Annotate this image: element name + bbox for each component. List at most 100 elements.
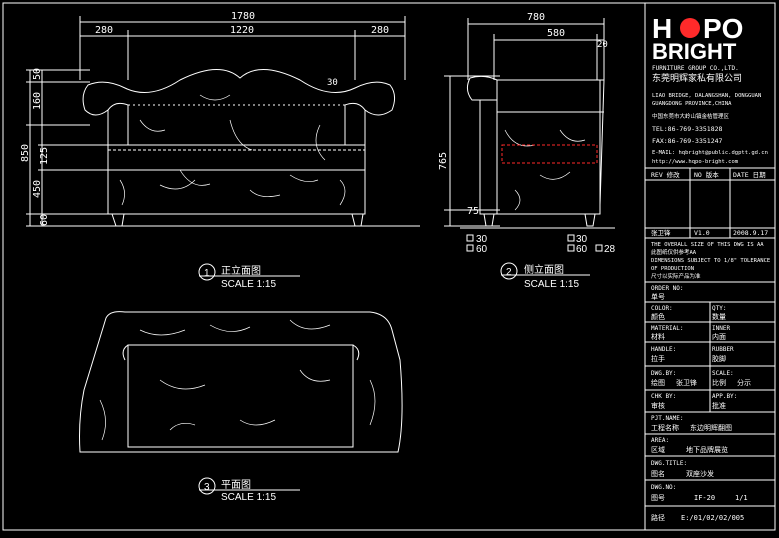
sofa-front-outline	[82, 69, 396, 215]
company-email: E-MAIL: hqbright@public.dgptt.gd.cn	[652, 150, 768, 156]
tb-material-value: 材料	[651, 332, 665, 341]
no-header: NO 版本	[694, 170, 719, 179]
logo-cn-name: 东莞明辉家私有限公司	[652, 72, 742, 84]
plan-seat-cushion	[127, 344, 354, 448]
leg-b-28: 28	[604, 244, 616, 255]
note-3: DIMENSIONS SUBJECT TO 1/8" TOLERANCE	[651, 258, 770, 264]
leg-detail-left: 30 60	[466, 234, 488, 255]
plan-view	[79, 311, 403, 453]
tb-color-value: 颜色	[651, 312, 665, 321]
logo: H PO BRIGHT FURNITURE GROUP CO.,LTD. 东莞明…	[652, 13, 743, 84]
company-address-2: GUANGDONG PROVINCE,CHINA	[652, 101, 732, 107]
tb-area-label: AREA:	[651, 437, 669, 444]
tb-path-value: E:/01/02/02/005	[681, 514, 744, 522]
tb-sheet-value: 1/1	[735, 494, 748, 502]
leg-b-60: 60	[576, 244, 588, 255]
tb-order-label: ORDER NO:	[651, 285, 684, 292]
tb-rubber-value: 胶脚	[712, 354, 726, 363]
logo-red-circle-icon	[680, 18, 700, 38]
dim-side-height: 765	[438, 152, 449, 170]
leg-detail-right: 28 30 60	[567, 234, 616, 255]
tb-title-cn: 图名	[651, 469, 665, 478]
tb-rubber-label: RUBBER	[712, 346, 734, 353]
tb-color-label: COLOR:	[651, 305, 673, 312]
dim-side-75: 75	[467, 206, 479, 217]
company-address-cn: 中国东莞市大岭山镇金桔管理区	[652, 112, 730, 120]
side-view-label: 2 侧立面图 SCALE 1:15	[500, 262, 590, 290]
tb-scale-value: 比例	[712, 378, 726, 387]
side-view-number: 2	[506, 267, 512, 278]
tb-path-cn: 路径	[651, 513, 665, 522]
tb-project-value: 东边明辉翻图	[690, 423, 732, 432]
tb-material-label: MATERIAL:	[651, 325, 684, 332]
plan-view-number: 3	[204, 482, 210, 493]
front-elevation	[26, 16, 420, 227]
tb-title-value: 双座沙发	[686, 469, 714, 478]
drawing-notes: THE OVERALL SIZE OF THIS DWG IS AA 此图纸仅供…	[651, 242, 770, 280]
tb-dwgby-value: 绘图	[651, 378, 665, 387]
tb-scale-label: SCALE:	[712, 370, 734, 377]
tb-area-cn: 区域	[651, 445, 665, 454]
dim-front-overall: 1780	[231, 11, 255, 22]
dim-left-50: 50	[32, 68, 43, 80]
tb-qty-label: QTY:	[712, 305, 726, 312]
tb-dwgby-label: DWG.BY:	[651, 370, 676, 377]
side-view-scale: SCALE 1:15	[524, 279, 579, 290]
dim-front-right-arm: 280	[371, 25, 389, 36]
tb-dwgno-cn: 图号	[651, 494, 665, 502]
drawing-canvas: 1780 280 1220 280 30 50 160 850 125 450 …	[2, 2, 776, 531]
version-date: 2008.9.17	[733, 229, 768, 237]
dim-left-850: 850	[20, 144, 31, 162]
plan-view-label: 3 平面图 SCALE 1:15	[198, 477, 300, 503]
note-2: 此图纸仅供参考AA	[651, 248, 697, 256]
note-1: THE OVERALL SIZE OF THIS DWG IS AA	[651, 242, 764, 248]
logo-tagline: FURNITURE GROUP CO.,LTD.	[652, 65, 739, 72]
dim-front-left-arm: 280	[95, 25, 113, 36]
tb-chkby-label: CHK BY:	[651, 393, 676, 400]
company-tel: TEL:86-769-3351828	[652, 125, 723, 133]
side-view-title: 侧立面图	[524, 263, 564, 276]
date-header: DATE 日期	[733, 171, 766, 179]
tb-scale-note: 分示	[737, 378, 751, 387]
tb-area-value: 地下品牌展览	[686, 445, 728, 454]
dim-side-overall: 780	[527, 12, 545, 23]
version-number: V1.0	[694, 229, 710, 237]
dim-side-seat: 580	[547, 28, 565, 39]
side-elevation	[444, 18, 615, 229]
tb-title-label: DWG.TITLE:	[651, 460, 687, 467]
dim-side-back: 20	[597, 40, 608, 50]
front-view-number: 1	[204, 268, 210, 279]
note-5: 尺寸以实际产品为准	[651, 272, 701, 280]
tb-order-value: 单号	[651, 292, 665, 301]
dim-left-160: 160	[32, 92, 43, 110]
tb-dwgno-label: DWG.NO:	[651, 484, 676, 491]
tb-dwgno-value: IF-20	[694, 494, 715, 502]
tb-chkby-value: 审核	[651, 401, 665, 410]
side-seat-cushion-accent	[501, 144, 598, 164]
plan-view-scale: SCALE 1:15	[221, 492, 276, 503]
dim-left-125: 125	[39, 147, 50, 165]
tb-appby-label: APP.BY:	[712, 393, 737, 400]
front-view-scale: SCALE 1:15	[221, 279, 276, 290]
plan-view-title: 平面图	[221, 479, 251, 491]
tb-handle-value: 拉手	[651, 354, 665, 363]
tb-inner-value: 内面	[712, 332, 726, 341]
dim-front-seat: 1220	[230, 25, 254, 36]
company-web: http://www.hqpo-bright.com	[652, 159, 739, 165]
company-fax: FAX:86-769-3351247	[652, 137, 723, 145]
company-address-1: LIAO BRIDGE, DALANGSHAN, DONGGUAN	[652, 93, 761, 99]
cad-drawing-sheet: 1780 280 1220 280 30 50 160 850 125 450 …	[0, 0, 779, 534]
dim-front-back: 30	[327, 78, 338, 88]
dim-left-60: 60	[39, 214, 50, 226]
note-4: OF PRODUCTION	[651, 266, 694, 272]
leg-a-60: 60	[476, 244, 488, 255]
front-view-title: 正立面图	[221, 264, 261, 277]
tb-dwgby-name: 张卫锋	[676, 378, 697, 387]
dim-left-450: 450	[32, 180, 43, 198]
company-info: LIAO BRIDGE, DALANGSHAN, DONGGUAN GUANGD…	[652, 93, 768, 165]
title-block-fields: ORDER NO: 单号 COLOR: 颜色 QTY: 数量 MATERIAL:…	[651, 285, 751, 522]
rev-header: REV 修改	[651, 170, 680, 179]
front-view-label: 1 正立面图 SCALE 1:15	[198, 263, 300, 290]
tb-appby-value: 批准	[712, 401, 726, 410]
version-author: 张卫锋	[651, 228, 671, 237]
